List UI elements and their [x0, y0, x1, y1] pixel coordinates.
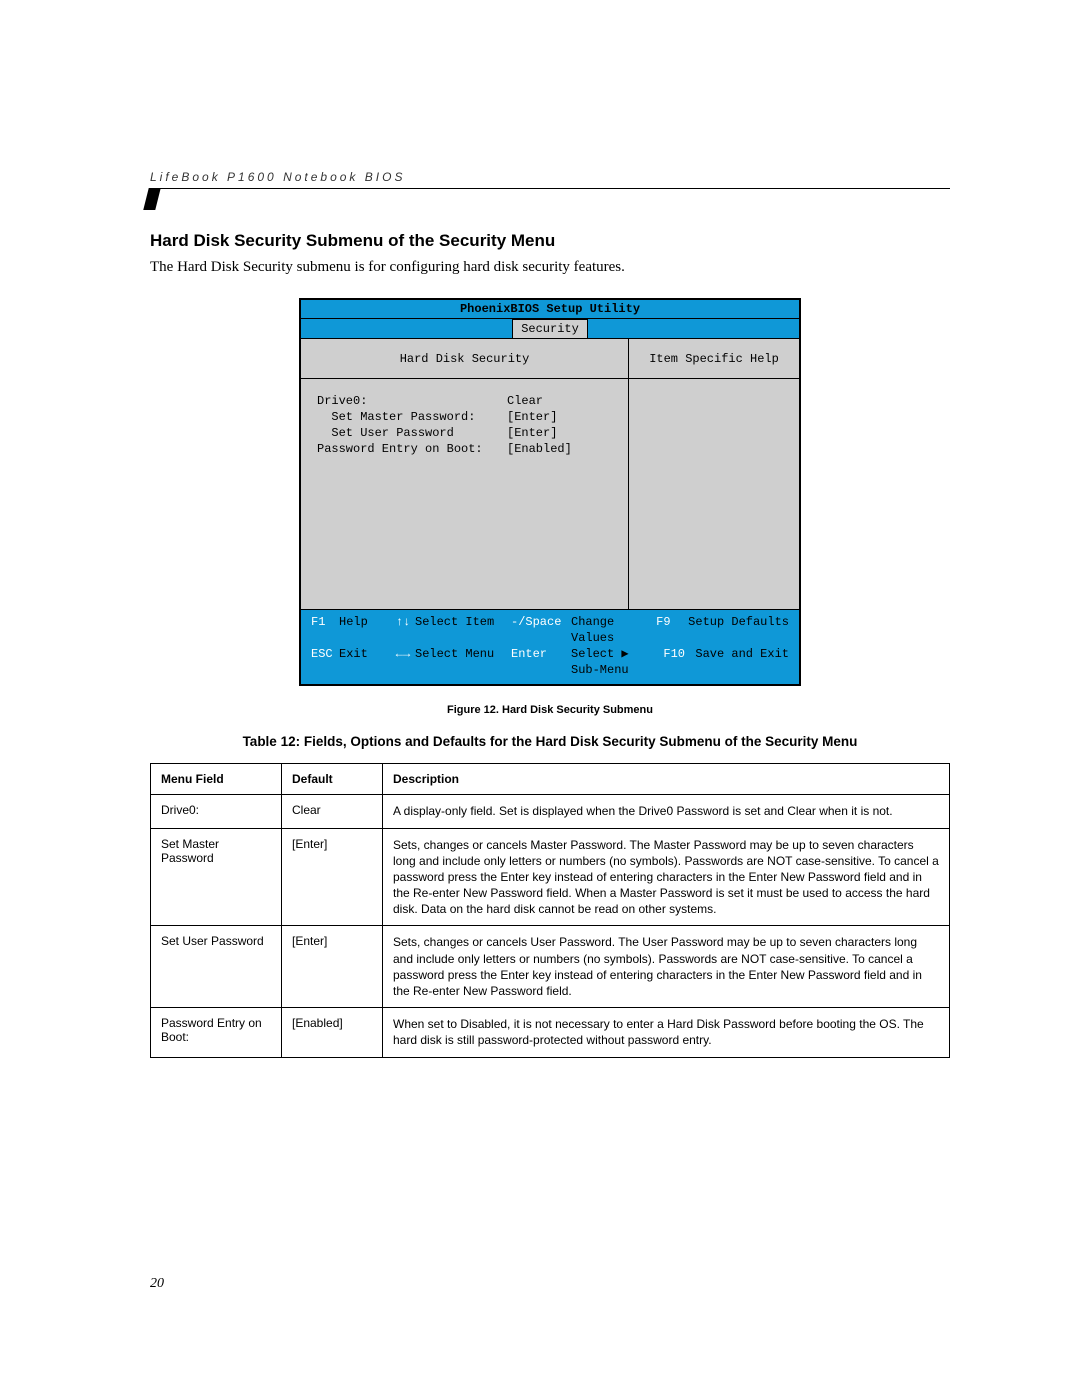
bios-box: PhoenixBIOS Setup Utility Security Hard … [299, 298, 801, 686]
section-title: Hard Disk Security Submenu of the Securi… [150, 231, 950, 251]
bios-row: Password Entry on Boot: [Enabled] [317, 441, 618, 457]
bios-row-label: Set Master Password: [317, 409, 507, 425]
fields-table: Menu Field Default Description Drive0: C… [150, 763, 950, 1057]
bios-right-content [629, 379, 799, 609]
bios-row: Set Master Password: [Enter] [317, 409, 618, 425]
bios-row-value: Clear [507, 393, 543, 409]
cell-default: [Enter] [282, 828, 383, 926]
cell-field: Set User Password [151, 926, 282, 1008]
bios-left-panel: Hard Disk Security Drive0: Clear Set Mas… [301, 339, 629, 608]
footer-key: F1 [311, 614, 339, 646]
footer-action: Select Item [415, 614, 511, 646]
cell-default: [Enter] [282, 926, 383, 1008]
footer-key: F9 [656, 614, 688, 646]
bios-row: Set User Password [Enter] [317, 425, 618, 441]
cell-field: Password Entry on Boot: [151, 1008, 282, 1057]
th-default: Default [282, 764, 383, 795]
running-head-text: LifeBook P1600 Notebook BIOS [150, 170, 405, 184]
bios-row-label: Set User Password [317, 425, 507, 441]
bios-footer: F1 Help ↑↓ Select Item -/Space Change Va… [301, 609, 799, 685]
table-caption: Table 12: Fields, Options and Defaults f… [150, 734, 950, 749]
bios-right-heading: Item Specific Help [629, 339, 799, 378]
footer-arrow-icon: ↑↓ [391, 614, 415, 646]
th-menu-field: Menu Field [151, 764, 282, 795]
table-row: Drive0: Clear A display-only field. Set … [151, 795, 950, 828]
page-number: 20 [150, 1276, 164, 1292]
bios-body: Hard Disk Security Drive0: Clear Set Mas… [301, 339, 799, 608]
table-row: Password Entry on Boot: [Enabled] When s… [151, 1008, 950, 1057]
footer-arrow-icon: ←→ [391, 646, 415, 678]
bios-footer-row: ESC Exit ←→ Select Menu Enter Select ▶ S… [311, 646, 789, 678]
bios-right-panel: Item Specific Help [629, 339, 799, 608]
bios-row-label: Drive0: [317, 393, 507, 409]
footer-action: Save and Exit [695, 646, 789, 678]
bios-left-heading: Hard Disk Security [301, 339, 628, 378]
footer-key: -/Space [511, 614, 571, 646]
footer-action: Select ▶ Sub-Menu [571, 646, 663, 678]
cell-description: A display-only field. Set is displayed w… [383, 795, 950, 828]
table-row: Set User Password [Enter] Sets, changes … [151, 926, 950, 1008]
cell-description: Sets, changes or cancels Master Password… [383, 828, 950, 926]
page-head-marker-icon [143, 188, 160, 210]
footer-action: Select Menu [415, 646, 511, 678]
footer-action: Change Values [571, 614, 656, 646]
cell-description: Sets, changes or cancels User Password. … [383, 926, 950, 1008]
bios-row-label: Password Entry on Boot: [317, 441, 507, 457]
cell-default: Clear [282, 795, 383, 828]
bios-title: PhoenixBIOS Setup Utility [301, 300, 799, 319]
bios-footer-row: F1 Help ↑↓ Select Item -/Space Change Va… [311, 614, 789, 646]
cell-field: Drive0: [151, 795, 282, 828]
bios-tab-bar: Security [301, 319, 799, 339]
footer-key: F10 [663, 646, 695, 678]
running-head: LifeBook P1600 Notebook BIOS [150, 170, 950, 189]
intro-paragraph: The Hard Disk Security submenu is for co… [150, 259, 950, 276]
document-page: LifeBook P1600 Notebook BIOS Hard Disk S… [0, 0, 1080, 1397]
cell-field: Set Master Password [151, 828, 282, 926]
bios-row: Drive0: Clear [317, 393, 618, 409]
bios-left-content: Drive0: Clear Set Master Password: [Ente… [301, 379, 628, 609]
table-header-row: Menu Field Default Description [151, 764, 950, 795]
footer-key: ESC [311, 646, 339, 678]
bios-row-value: [Enter] [507, 425, 557, 441]
figure-caption: Figure 12. Hard Disk Security Submenu [150, 704, 950, 716]
footer-action: Setup Defaults [688, 614, 789, 646]
footer-key: Enter [511, 646, 571, 678]
footer-label: Help [339, 614, 391, 646]
bios-row-value: [Enabled] [507, 441, 572, 457]
footer-label: Exit [339, 646, 391, 678]
table-row: Set Master Password [Enter] Sets, change… [151, 828, 950, 926]
cell-default: [Enabled] [282, 1008, 383, 1057]
bios-row-value: [Enter] [507, 409, 557, 425]
cell-description: When set to Disabled, it is not necessar… [383, 1008, 950, 1057]
th-description: Description [383, 764, 950, 795]
bios-tab-security: Security [512, 319, 588, 338]
